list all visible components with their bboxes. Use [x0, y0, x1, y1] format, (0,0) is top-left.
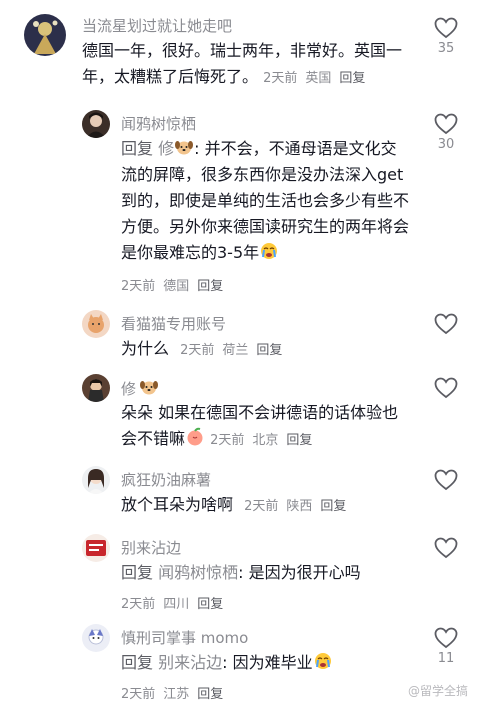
comment-location: 北京: [252, 433, 279, 448]
comment-location: 陕西: [286, 499, 313, 514]
comment-meta: 2天前 荷兰 回复: [180, 343, 290, 358]
avatar[interactable]: [82, 310, 110, 338]
reply-prefix: 回复: [121, 653, 154, 672]
watermark: @留学全搞: [407, 684, 468, 698]
heart-icon: [434, 113, 458, 135]
heart-icon: [434, 537, 458, 559]
comment-meta: 2天前 陕西 回复: [244, 499, 354, 514]
comment-text: 放个耳朵为啥啊 2天前 陕西 回复: [121, 492, 411, 520]
username[interactable]: 修: [121, 377, 159, 399]
crying-emoji-icon: [261, 243, 278, 259]
like-button[interactable]: [430, 469, 462, 491]
reply-button[interactable]: 回复: [256, 343, 282, 358]
avatar[interactable]: [82, 110, 110, 138]
comment-text: 回复 修: 并不会，不通母语是文化交流的屏障，很多东西你是没办法深入get到的，…: [121, 139, 410, 262]
comment-text: 回复 别来沾边: 因为难毕业: [121, 650, 411, 676]
heart-icon: [434, 313, 458, 335]
heart-icon: [434, 469, 458, 491]
comment-time: 2天前: [210, 433, 245, 448]
comment-text: 为什么 2天前 荷兰 回复: [121, 336, 411, 364]
comment-meta: 2天前 江苏 回复: [121, 683, 231, 702]
reply-prefix: 回复: [121, 139, 154, 158]
reply-target-name[interactable]: 闻鸦树惊栖: [158, 563, 238, 582]
comment-meta: 2天前 德国 回复: [121, 275, 231, 294]
peach-emoji-icon: [187, 427, 203, 446]
heart-icon: [434, 377, 458, 399]
comment-time: 2天前: [121, 597, 156, 612]
comment-text: 回复 闻鸦树惊栖: 是因为很开心吗: [121, 563, 361, 582]
comment-location: 英国: [305, 71, 332, 86]
comment-time: 2天前: [121, 687, 156, 702]
comment-location: 江苏: [163, 687, 190, 702]
username[interactable]: 闻鸦树惊栖: [121, 113, 196, 134]
like-button[interactable]: [430, 537, 462, 559]
username[interactable]: 别来沾边: [121, 537, 181, 558]
dog-emoji-icon: [140, 381, 159, 395]
comment-meta: 2天前 英国 回复: [263, 71, 373, 86]
username[interactable]: 当流星划过就让她走吧: [82, 15, 232, 36]
username[interactable]: 看猫猫专用账号: [121, 313, 226, 334]
comment-time: 2天前: [263, 71, 298, 86]
comment-meta: 2天前 北京 回复: [210, 433, 320, 448]
comment-time: 2天前: [180, 343, 215, 358]
dog-emoji-icon: [175, 141, 194, 155]
reply-target-name[interactable]: 别来沾边: [158, 653, 222, 672]
crying-emoji-icon: [314, 653, 331, 669]
like-button[interactable]: 11: [430, 627, 462, 666]
like-button[interactable]: [430, 377, 462, 399]
avatar[interactable]: [82, 374, 110, 402]
comment-time: 2天前: [121, 279, 156, 294]
reply-button[interactable]: 回复: [197, 597, 223, 612]
reply-prefix: 回复: [121, 563, 154, 582]
reply-button[interactable]: 回复: [197, 687, 223, 702]
like-count: 11: [437, 651, 455, 666]
avatar[interactable]: [82, 624, 110, 652]
comment-time: 2天前: [244, 499, 279, 514]
comment-text: 朵朵 如果在德国不会讲德语的话体验也会不错嘛 2天前 北京 回复: [121, 403, 399, 448]
comment-location: 荷兰: [222, 343, 249, 358]
username[interactable]: 慎刑司掌事 momo: [121, 627, 248, 648]
reply-button[interactable]: 回复: [286, 433, 312, 448]
avatar[interactable]: [82, 534, 110, 562]
avatar[interactable]: [82, 466, 110, 494]
like-button[interactable]: [430, 313, 462, 335]
username[interactable]: 疯狂奶油麻薯: [121, 469, 211, 490]
reply-button[interactable]: 回复: [197, 279, 223, 294]
like-count: 30: [437, 137, 455, 152]
comment-meta: 2天前 四川 回复: [121, 593, 231, 612]
comment-text: 德国一年，很好。瑞士两年，非常好。英国一年，太糟糕了后悔死了。 2天前 英国 回复: [82, 41, 403, 86]
like-button[interactable]: 30: [430, 113, 462, 152]
reply-button[interactable]: 回复: [339, 71, 365, 86]
comment-location: 德国: [163, 279, 190, 294]
heart-icon: [434, 627, 458, 649]
like-count: 35: [437, 41, 455, 56]
avatar[interactable]: [24, 14, 66, 56]
heart-icon: [434, 17, 458, 39]
reply-target-name[interactable]: 修: [158, 139, 174, 158]
reply-button[interactable]: 回复: [320, 499, 346, 514]
like-button[interactable]: 35: [430, 17, 462, 56]
comment-location: 四川: [163, 597, 190, 612]
